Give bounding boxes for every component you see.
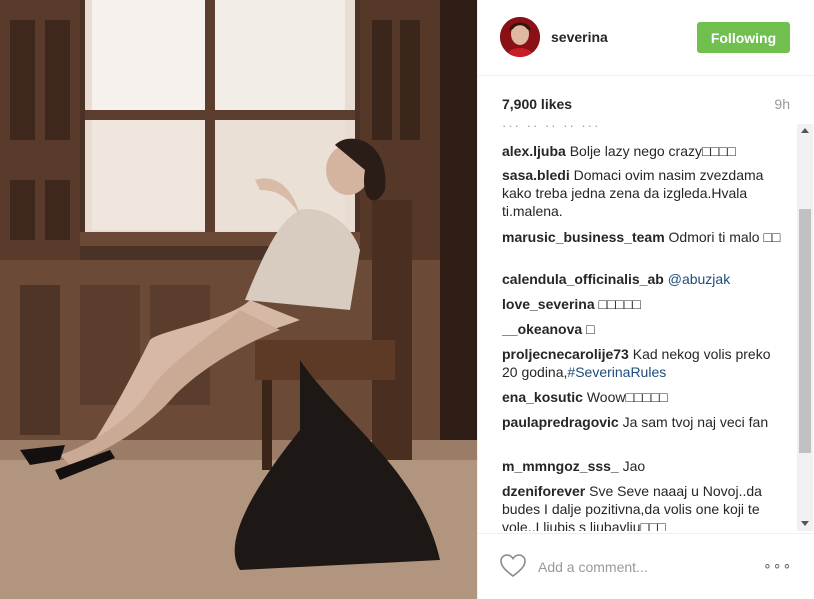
comment-text: □□□□□ (598, 296, 641, 312)
comment-text: Odmori ti malo □□ (668, 229, 781, 245)
more-options-icon[interactable]: ∘∘∘ (763, 556, 791, 574)
comment-username[interactable]: sasa.bledi (502, 167, 570, 183)
comment-item: love_severina □□□□□ (502, 295, 782, 313)
comment-hashtag-link[interactable]: #SeverinaRules (567, 364, 666, 380)
avatar[interactable] (500, 17, 540, 57)
comment-mention-link[interactable]: @abuzjak (668, 271, 730, 287)
comment-username[interactable]: __okeanova (502, 321, 582, 337)
comment-item: dzeniforever Sve Seve naaaj u Novoj..da … (502, 482, 782, 531)
comment-username[interactable]: marusic_business_team (502, 229, 665, 245)
comment-text: Ja sam tvoj naj veci fan (622, 414, 769, 430)
photo-illustration (0, 0, 477, 599)
likes-row: 7,900 likes 9h (502, 96, 790, 116)
comment-text: Bolje lazy nego crazy□□□□ (569, 143, 736, 159)
comment-username[interactable]: proljecnecarolije73 (502, 346, 629, 362)
heart-icon[interactable] (500, 554, 526, 578)
avatar-image (500, 17, 540, 57)
comment-username[interactable]: love_severina (502, 296, 595, 312)
comments-scrollbar[interactable] (797, 124, 813, 531)
comment-username[interactable]: paulapredragovic (502, 414, 619, 430)
comments-list[interactable]: ··· ·· ·· ·· ··· alex.ljuba Bolje lazy n… (502, 124, 792, 531)
following-button[interactable]: Following (697, 22, 790, 53)
comment-item: __okeanova □ (502, 320, 782, 338)
post-modal: severina Following 7,900 likes 9h ··· ··… (0, 0, 814, 599)
comment-username[interactable]: calendula_officinalis_ab (502, 271, 664, 287)
comment-text: □ (586, 321, 595, 337)
comment-item: proljecnecarolije73 Kad nekog volis prek… (502, 345, 782, 381)
clipped-comment-line: ··· ·· ·· ·· ··· (502, 124, 601, 133)
post-header: severina Following (478, 0, 814, 76)
comment-item: marusic_business_team Odmori ti malo □□ (502, 228, 782, 246)
comment-text: Jao (622, 458, 646, 474)
comment-item: ena_kosutic Woow□□□□□ (502, 388, 782, 406)
comment-username[interactable]: dzeniforever (502, 483, 585, 499)
header-username[interactable]: severina (551, 29, 608, 45)
comment-text: Woow□□□□□ (586, 389, 668, 405)
scroll-up-arrow-icon[interactable] (801, 128, 809, 133)
likes-count[interactable]: 7,900 likes (502, 96, 572, 112)
comment-item: m_mmngoz_sss_ Jao (502, 457, 782, 475)
scroll-down-arrow-icon[interactable] (801, 521, 809, 526)
comment-item: paulapredragovic Ja sam tvoj naj veci fa… (502, 413, 782, 431)
comment-item: calendula_officinalis_ab @abuzjak (502, 270, 782, 288)
post-photo[interactable] (0, 0, 477, 599)
comment-username[interactable]: ena_kosutic (502, 389, 583, 405)
post-footer: ∘∘∘ (478, 533, 814, 599)
comment-item: sasa.bledi Domaci ovim nasim zvezdama ka… (502, 166, 782, 220)
side-panel: severina Following 7,900 likes 9h ··· ··… (477, 0, 814, 599)
post-time[interactable]: 9h (774, 96, 790, 112)
comment-username[interactable]: alex.ljuba (502, 143, 566, 159)
comment-username[interactable]: m_mmngoz_sss_ (502, 458, 619, 474)
scrollbar-thumb[interactable] (799, 209, 811, 453)
add-comment-input[interactable] (536, 554, 740, 580)
comment-item: alex.ljuba Bolje lazy nego crazy□□□□ (502, 142, 782, 160)
